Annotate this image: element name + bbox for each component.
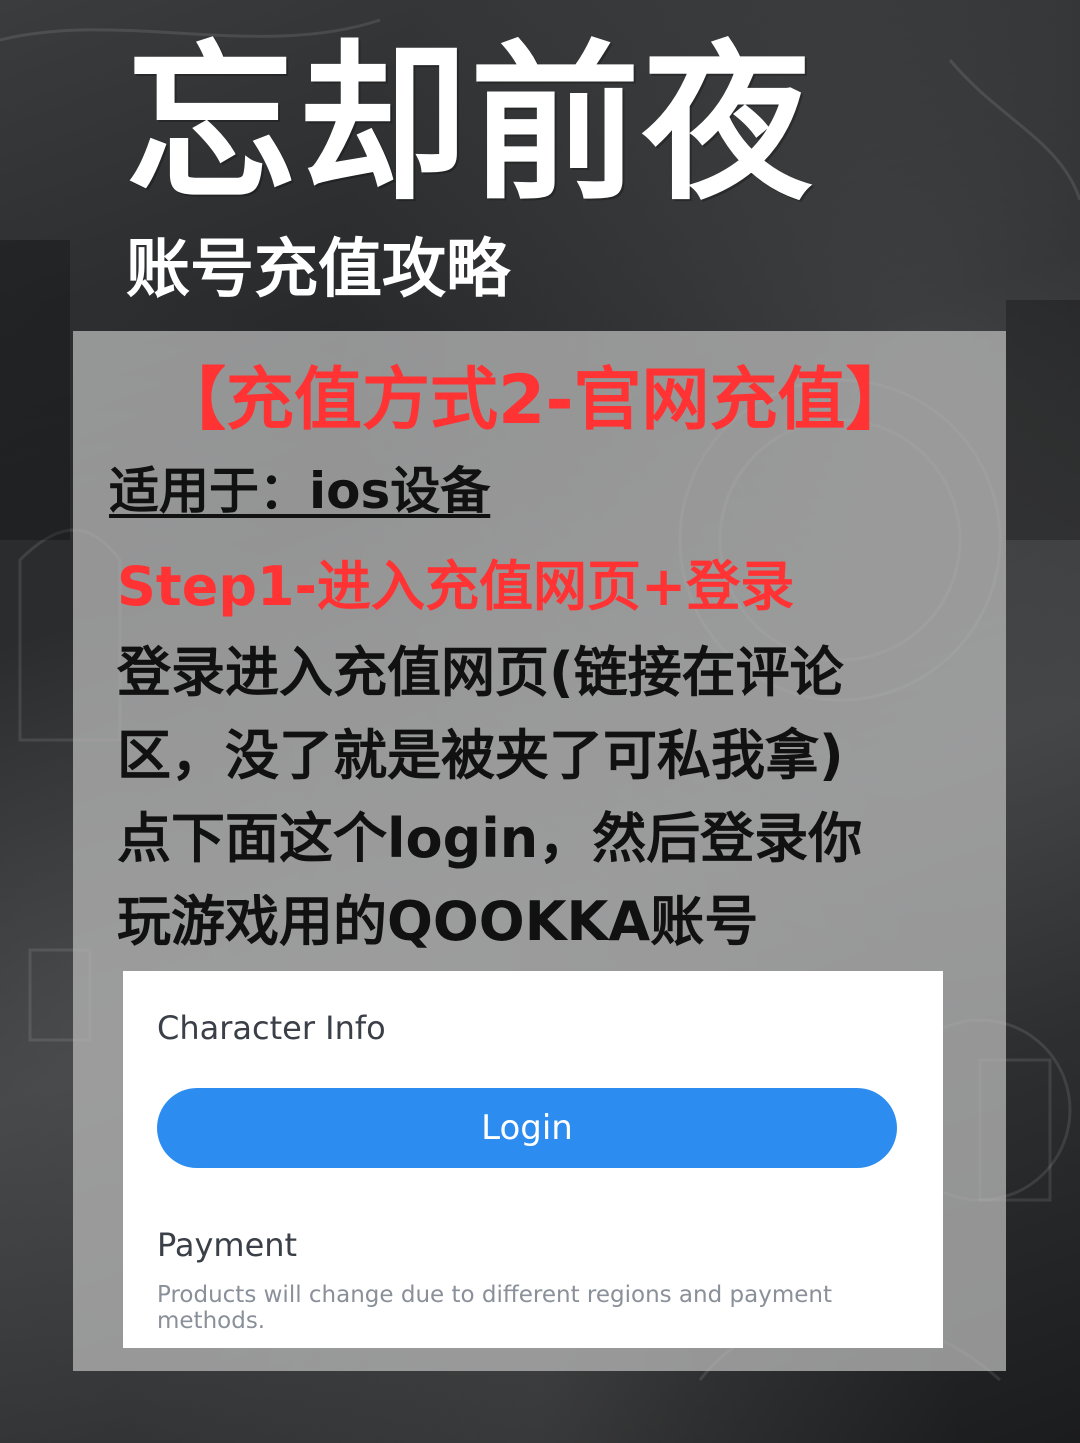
payment-heading: Payment (157, 1226, 298, 1264)
embedded-webpage-screenshot: Character Info Login Payment Products wi… (123, 971, 943, 1348)
instruction-line: 登录进入充值网页(链接在评论 (117, 641, 844, 704)
payment-note: Products will change due to different re… (157, 1282, 832, 1334)
login-button[interactable]: Login (157, 1088, 897, 1168)
instruction-text: 登录进入充值网页(链接在评论 区，没了就是被夹了可私我拿) 点下面这个login… (117, 631, 957, 963)
content-panel: 【充值方式2-官网充值】 适用于：ios设备 Step1-进入充值网页+登录 登… (73, 331, 1006, 1371)
method-title: 【充值方式2-官网充值】 (158, 361, 914, 440)
step-title: Step1-进入充值网页+登录 (117, 555, 795, 618)
character-info-heading: Character Info (157, 1009, 386, 1047)
applies-to-label: 适用于：ios设备 (109, 462, 491, 520)
page-subtitle: 账号充值攻略 (126, 233, 510, 307)
instruction-line: 点下面这个login，然后登录你 (117, 807, 863, 870)
page-title: 忘却前夜 (126, 26, 815, 224)
instruction-line: 区，没了就是被夹了可私我拿) (117, 724, 844, 787)
instruction-line: 玩游戏用的QOOKKA账号 (117, 890, 759, 953)
